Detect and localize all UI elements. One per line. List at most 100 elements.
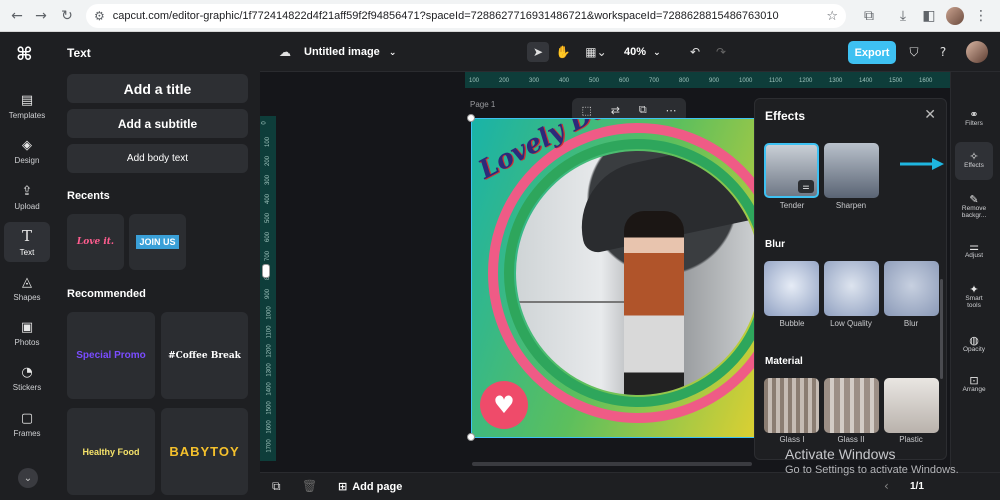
add-title-button[interactable]: Add a title [67,74,248,103]
ruler-tick: 1300 [829,78,843,84]
recent-join-us[interactable]: JOIN US [129,214,186,270]
arrow-annotation-icon [900,158,944,170]
rail-label: Design [14,155,40,165]
address-bar[interactable]: ⚙ capcut.com/editor-graphic/1f772414822d… [86,4,846,28]
document-title[interactable]: Untitled image ⌄ [304,46,396,58]
filters-icon: ⚭ [969,108,979,121]
rail-item-design[interactable]: ◈ Design [4,131,50,171]
close-icon[interactable]: ✕ [924,107,936,123]
rail-item-text[interactable]: T Text [4,222,50,262]
duplicate-icon[interactable]: ⧉ [639,103,647,117]
effect-blur[interactable] [884,261,939,316]
ruler-tick: 1100 [769,78,782,84]
rail-item-templates[interactable]: ▤ Templates [4,86,50,126]
download-icon[interactable]: ⤓ [892,5,914,27]
stickers-icon: ◔ [21,364,33,380]
recommended-healthy-food[interactable]: Healthy Food [67,408,155,495]
rec-text-healthy-food: Healthy Food [82,446,140,457]
rail-item-photos[interactable]: ▣ Photos [4,313,50,353]
panel-resize-handle[interactable] [262,264,270,278]
side-item-smart-tools[interactable]: ✦ Smart tools [955,276,993,318]
recommended-babytoy[interactable]: BABYTOY [161,408,248,495]
adjust-effect-icon[interactable]: ⚌ [798,180,814,193]
effect-bubble[interactable] [764,261,819,316]
ruler-tick: 900 [265,288,272,300]
ruler-tick: 1600 [266,420,273,434]
add-body-text-button[interactable]: Add body text [67,144,248,173]
export-button[interactable]: Export [848,41,896,64]
shield-icon[interactable]: ⛉ [903,42,925,62]
effect-low-quality[interactable] [824,261,879,316]
user-avatar[interactable] [966,41,988,63]
left-rail: ⌘ ▤ Templates ◈ Design ⇪ Upload T Text ◬… [0,32,55,500]
side-item-remove-background[interactable]: ✎ Remove backgr... [955,186,993,228]
hand-tool-icon[interactable]: ✋ [552,42,574,62]
side-item-filters[interactable]: ⚭ Filters [955,100,993,138]
side-item-arrange[interactable]: ⊡ Arrange [955,366,993,404]
side-item-adjust[interactable]: ⚌ Adjust [955,232,993,270]
effect-plastic[interactable] [884,378,939,433]
text-icon: T [21,227,32,245]
smart-tools-icon: ✦ [969,282,979,296]
recommended-coffee-break[interactable]: #Coffee Break [161,312,248,399]
circle-photo[interactable] [516,151,760,395]
add-subtitle-button[interactable]: Add a subtitle [67,109,248,138]
crop-select-icon[interactable]: ⬚ [581,104,591,117]
more-icon[interactable]: ⋯ [666,104,677,117]
resize-handle-bl[interactable] [467,433,475,441]
extensions-icon[interactable]: ⧉ [858,5,880,27]
rail-item-shapes[interactable]: ◬ Shapes [4,268,50,308]
opacity-icon: ◍ [969,334,979,347]
recommended-heading: Recommended [67,288,146,300]
zoom-level[interactable]: 40% ⌄ [624,46,661,58]
rail-item-frames[interactable]: ▢ Frames [4,404,50,444]
effect-glass-2[interactable] [824,378,879,433]
replace-icon[interactable]: ⇄ [611,104,620,117]
resize-handle-tl[interactable] [467,114,475,122]
side-item-effects[interactable]: ✧ Effects [955,142,993,180]
profile-avatar[interactable] [946,7,964,25]
site-info-icon[interactable]: ⚙ [94,9,105,23]
rail-label: Upload [14,201,40,211]
reload-icon[interactable]: ↻ [56,5,78,27]
effect-sharpen[interactable] [824,143,879,198]
heart-icon[interactable]: ♥ [480,381,528,429]
ruler-tick: 900 [709,78,720,84]
undo-icon[interactable]: ↶ [684,42,706,62]
effect-glass-1[interactable] [764,378,819,433]
capcut-logo-icon[interactable]: ⌘ [16,44,40,65]
sidepanel-icon[interactable]: ◧ [918,5,940,27]
select-pointer-icon[interactable]: ➤ [527,42,549,62]
trash-icon[interactable]: 🗑 [302,479,317,493]
ruler-tick: 1700 [266,439,273,453]
rail-item-upload[interactable]: ⇪ Upload [4,177,50,217]
forward-icon[interactable]: → [30,5,52,27]
effect-tender[interactable]: ⚌ [764,143,819,198]
rail-item-stickers[interactable]: ◔ Stickers [4,358,50,398]
recent-text-love-it: Love it. [76,237,115,247]
menu-icon[interactable]: ⋮ [970,5,992,27]
help-icon[interactable]: ? [932,42,954,62]
bookmark-star-icon[interactable]: ☆ [826,9,838,24]
ruler-tick: 1600 [919,78,933,84]
prev-page-icon[interactable]: ‹ [884,479,889,493]
ruler-tick: 800 [679,78,690,84]
pages-icon[interactable]: ⧉ [272,479,281,494]
recent-love-it[interactable]: Love it. [67,214,124,270]
effect-label: Sharpen [835,201,867,210]
activate-windows-title: Activate Windows [785,446,896,462]
layout-icon[interactable]: ▦⌄ [582,42,610,62]
back-icon[interactable]: ← [6,5,28,27]
artboard[interactable]: Lovely Day ♥ [471,118,771,438]
horizontal-scrollbar[interactable] [472,462,752,466]
recent-text-join-us: JOIN US [136,235,179,249]
effect-label: Bubble [779,319,805,328]
collapse-chevron-icon[interactable]: ⌄ [18,468,38,488]
cloud-save-icon[interactable]: ☁ [274,42,296,62]
add-page-button[interactable]: ⊞ Add page [338,480,402,493]
side-item-opacity[interactable]: ◍ Opacity [955,326,993,364]
recommended-special-promo[interactable]: Special Promo [67,312,155,399]
effects-scrollbar[interactable] [940,279,943,379]
redo-icon[interactable]: ↷ [710,42,732,62]
rec-text-coffee-break: #Coffee Break [168,350,241,361]
